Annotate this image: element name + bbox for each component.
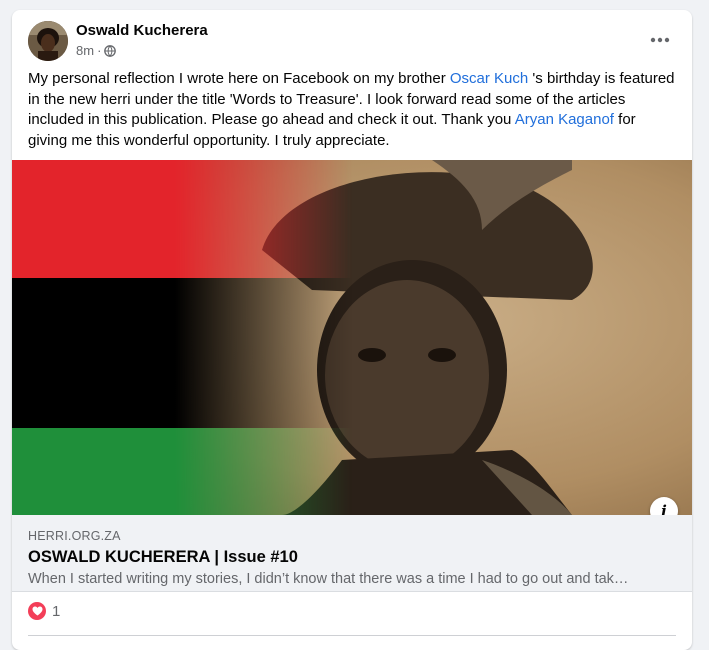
reaction-count: 1 [52,602,61,620]
link-domain: HERRI.ORG.ZA [28,529,121,543]
post-text-part1: My personal reflection I wrote here on F… [28,70,450,87]
love-reaction-icon [28,602,46,620]
author-avatar[interactable] [28,21,68,61]
post-text: My personal reflection I wrote here on F… [28,69,678,151]
post-meta: 8m · [76,43,117,58]
post-header: Oswald Kucherera 8m · [12,10,692,68]
post-time[interactable]: 8m [76,43,94,58]
info-icon: i [661,502,667,515]
more-options-button[interactable] [644,24,676,56]
link-preview[interactable]: HERRI.ORG.ZA OSWALD KUCHERERA | Issue #1… [12,515,692,592]
link-preview-image[interactable]: i [12,160,692,515]
link-title[interactable]: OSWALD KUCHERERA | Issue #10 [28,548,298,567]
mention-oscar-kuch[interactable]: Oscar Kuch [450,70,528,87]
globe-icon[interactable] [104,44,117,57]
reactions-summary[interactable]: 1 [28,602,60,620]
link-description: When I started writing my stories, I did… [28,571,629,587]
more-dots-icon [650,37,670,43]
author-name[interactable]: Oswald Kucherera [76,22,208,39]
mention-aryan-kaganof[interactable]: Aryan Kaganof [515,111,614,128]
actions-divider [28,635,676,636]
post-card: Oswald Kucherera 8m · My personal reflec… [12,10,692,650]
meta-separator: · [97,43,102,58]
